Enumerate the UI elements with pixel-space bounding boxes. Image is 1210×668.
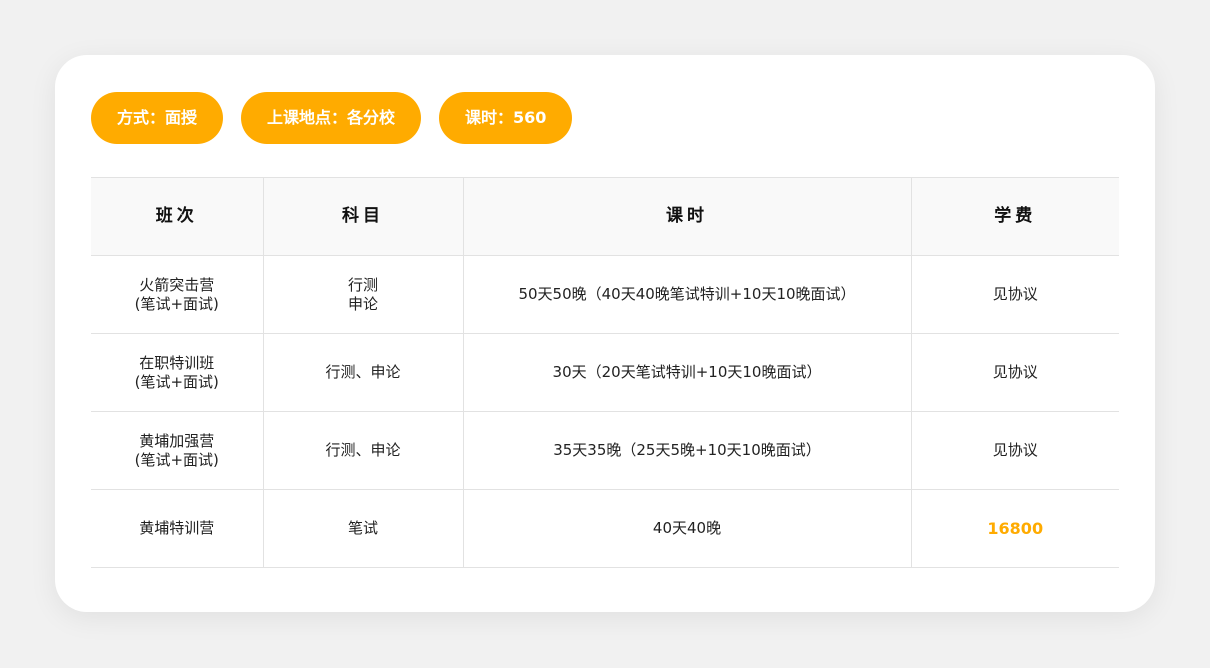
cell-class: 黄埔加强营 (笔试+面试) [91,411,263,490]
class-name: 在职特训班 [139,353,215,372]
class-sub: (笔试+面试) [134,450,219,469]
cell-hours: 35天35晚（25天5晚+10天10晚面试） [462,411,911,490]
info-tags: 方式：面授 上课地点：各分校 课时：560 [91,92,573,144]
subject-line: 行测、申论 [325,363,401,381]
class-sub: (笔试+面试) [134,372,219,391]
cell-hours: 50天50晚（40天40晚笔试特训+10天10晚面试） [462,255,911,334]
tag-location: 上课地点：各分校 [241,92,422,144]
table-header-row: 班次 科目 课时 学费 [91,177,1119,256]
cell-hours: 40天40晚 [462,489,911,568]
tag-method: 方式：面授 [91,92,224,144]
subject-line: 笔试 [347,519,378,537]
class-name: 黄埔加强营 [139,431,215,450]
cell-class: 火箭突击营 (笔试+面试) [91,255,263,334]
class-sub: (笔试+面试) [134,294,219,313]
cell-fee-price: 16800 [910,489,1119,568]
table-row: 黄埔特训营 笔试 40天40晚 16800 [91,489,1119,568]
header-fee: 学费 [910,177,1119,256]
cell-fee: 见协议 [910,333,1119,412]
table-row: 黄埔加强营 (笔试+面试) 行测、申论 35天35晚（25天5晚+10天10晚面… [91,411,1119,490]
table-row: 火箭突击营 (笔试+面试) 行测 申论 50天50晚（40天40晚笔试特训+10… [91,255,1119,334]
cell-fee: 见协议 [910,255,1119,334]
course-info-card: 方式：面授 上课地点：各分校 课时：560 班次 科目 课时 学费 火箭突击营 … [55,55,1155,612]
table-row: 在职特训班 (笔试+面试) 行测、申论 30天（20天笔试特训+10天10晚面试… [91,333,1119,412]
cell-subject: 笔试 [262,489,463,568]
tag-hours: 课时：560 [439,92,573,144]
header-class: 班次 [91,177,263,256]
cell-hours: 30天（20天笔试特训+10天10晚面试） [462,333,911,412]
cell-class: 在职特训班 (笔试+面试) [91,333,263,412]
cell-class: 黄埔特训营 [91,489,263,568]
cell-subject: 行测、申论 [262,411,463,490]
class-name: 黄埔特训营 [139,519,215,537]
subject-line: 行测、申论 [325,441,401,459]
cell-fee: 见协议 [910,411,1119,490]
subject-line: 申论 [347,294,378,313]
header-subject: 科目 [262,177,463,256]
class-name: 火箭突击营 [139,275,215,294]
cell-subject: 行测 申论 [262,255,463,334]
course-table: 班次 科目 课时 学费 火箭突击营 (笔试+面试) 行测 申论 50天50晚（4… [91,177,1119,568]
header-hours: 课时 [462,177,911,256]
subject-line: 行测 [347,275,378,294]
cell-subject: 行测、申论 [262,333,463,412]
